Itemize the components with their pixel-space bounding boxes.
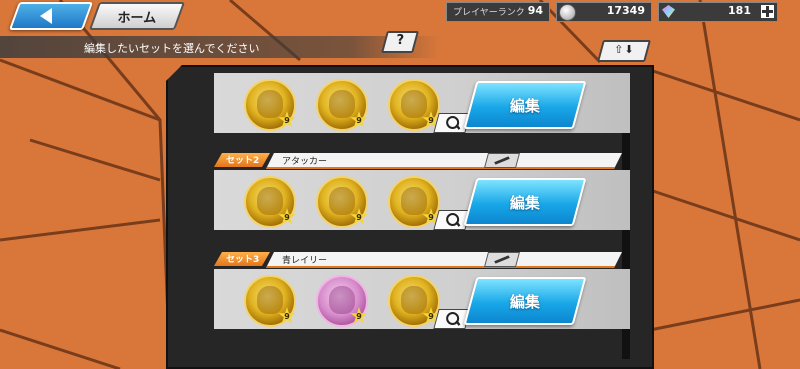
character-portrait — [401, 286, 427, 314]
instruction-bar: 編集したいセットを選んでください — [0, 36, 440, 58]
coin-value: 17349 — [606, 4, 645, 17]
set-tag-label: セット3 — [226, 255, 260, 265]
pencil-icon — [494, 156, 510, 165]
set-header: セット3 青レイリー — [214, 252, 630, 266]
sort-arrows-icon: ⇧⬇ — [614, 43, 635, 56]
edit-set-button[interactable]: 編集 — [463, 178, 587, 226]
rename-pencil-button[interactable] — [483, 252, 521, 267]
character-portrait — [257, 90, 283, 118]
gem-box: 181 — [658, 2, 778, 22]
help-button[interactable]: ? — [381, 31, 419, 53]
set-name-label: 青レイリー — [282, 256, 328, 266]
home-button-label: ホーム — [117, 11, 157, 26]
edit-set-label: 編集 — [509, 293, 540, 311]
set-name-label: アタッカー — [282, 157, 328, 167]
character-portrait — [401, 90, 427, 118]
character-portrait — [257, 187, 283, 215]
character-portrait — [329, 187, 355, 215]
character-portrait — [257, 286, 283, 314]
set-name-bar: 青レイリー — [266, 252, 622, 268]
back-button[interactable] — [8, 2, 94, 30]
home-button[interactable]: ホーム — [88, 2, 186, 30]
coin-box: 17349 — [556, 2, 652, 22]
set-name-bar: アタッカー — [266, 153, 622, 169]
player-rank-box: プレイヤーランク 94 — [446, 2, 550, 22]
set-body: 9 9 9 編集 — [214, 73, 630, 133]
set-header: セット2 アタッカー — [214, 153, 630, 167]
set-body: 9 9 9 編集 — [214, 269, 630, 329]
back-arrow-icon — [40, 8, 52, 24]
sort-button[interactable]: ⇧⬇ — [597, 40, 651, 62]
player-rank-value: 94 — [527, 4, 543, 17]
set-tag: セット3 — [214, 252, 270, 266]
player-rank-label: プレイヤーランク — [453, 8, 525, 18]
coin-icon — [559, 4, 576, 21]
set-tag: セット2 — [214, 153, 270, 167]
character-portrait — [329, 90, 355, 118]
character-portrait — [329, 286, 355, 314]
add-gems-plus-icon[interactable] — [761, 5, 774, 18]
help-question-icon: ? — [396, 33, 405, 48]
gem-icon — [662, 5, 675, 18]
gem-value: 181 — [728, 4, 751, 17]
edit-set-label: 編集 — [509, 97, 540, 115]
edit-set-button[interactable]: 編集 — [463, 81, 587, 129]
pencil-icon — [494, 255, 510, 264]
edit-set-label: 編集 — [509, 194, 540, 212]
edit-set-button[interactable]: 編集 — [463, 277, 587, 325]
rename-pencil-button[interactable] — [483, 153, 521, 168]
set-body: 9 9 9 編集 — [214, 170, 630, 230]
instruction-text: 編集したいセットを選んでください — [84, 42, 260, 55]
set-tag-label: セット2 — [226, 156, 260, 166]
character-portrait — [401, 187, 427, 215]
